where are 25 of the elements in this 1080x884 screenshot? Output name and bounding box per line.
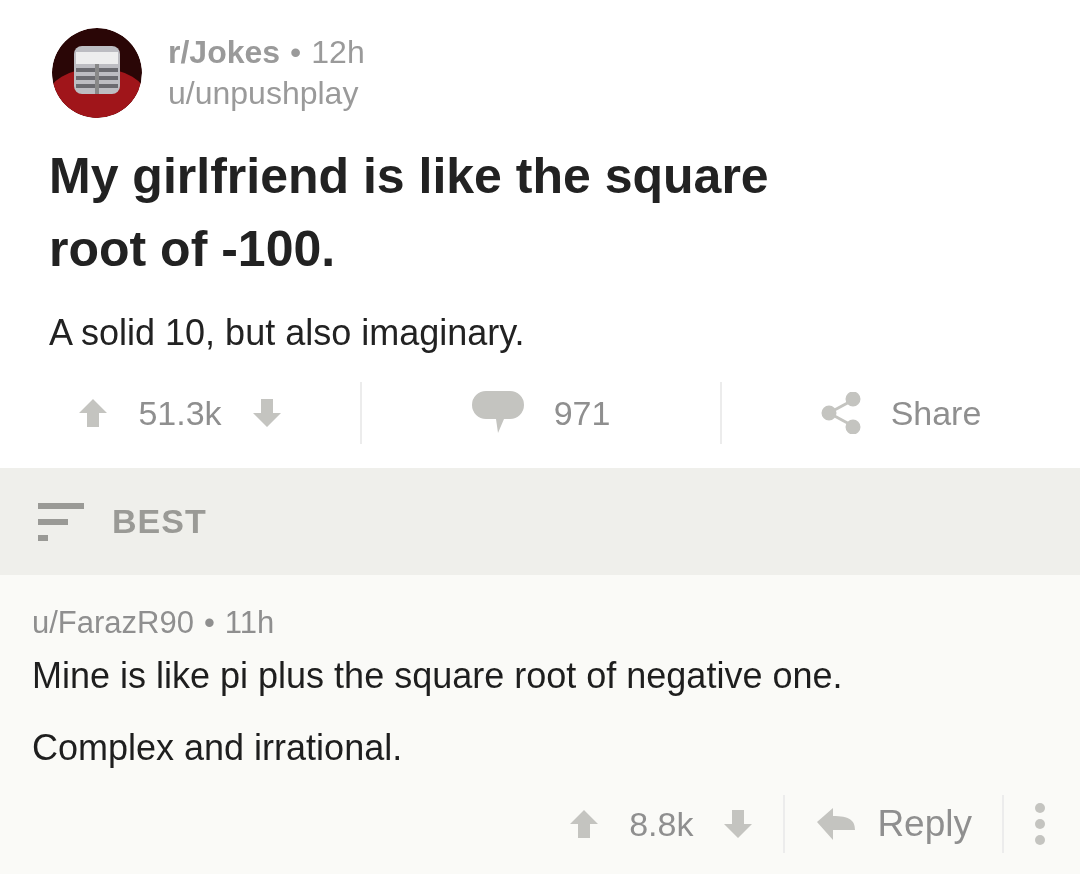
comment-text: Mine is like pi plus the square root of negative one.: [32, 655, 844, 697]
comment-age: 11h: [224, 605, 275, 641]
post-title: My girlfriend is like the square root of -100.: [49, 147, 770, 279]
share-button[interactable]: Share: [890, 393, 982, 433]
share-icon[interactable]: [820, 392, 861, 434]
upvote-icon[interactable]: [569, 808, 600, 840]
subreddit-link[interactable]: r/Jokes: [168, 34, 281, 71]
more-options-icon[interactable]: [1034, 802, 1046, 846]
author-link[interactable]: u/unpushplay: [168, 75, 365, 112]
reply-icon: [815, 806, 858, 842]
downvote-icon[interactable]: [723, 808, 754, 840]
post-body: A solid 10, but also imaginary.: [49, 312, 526, 354]
reply-button[interactable]: Reply: [815, 803, 972, 845]
sort-icon[interactable]: [38, 502, 84, 541]
vote-count: 51.3k: [138, 393, 222, 433]
comment-text: Complex and irrational.: [32, 727, 404, 769]
separator-dot: •: [203, 605, 215, 641]
upvote-icon[interactable]: [78, 397, 109, 429]
comment-author[interactable]: u/FarazR90: [32, 605, 194, 641]
post-age: 12h: [311, 34, 365, 71]
sort-label[interactable]: BEST: [112, 502, 207, 541]
vote-count: 8.8k: [629, 804, 694, 844]
separator-dot: •: [290, 34, 302, 71]
downvote-icon[interactable]: [251, 397, 282, 429]
comment-count: 971: [553, 393, 611, 433]
